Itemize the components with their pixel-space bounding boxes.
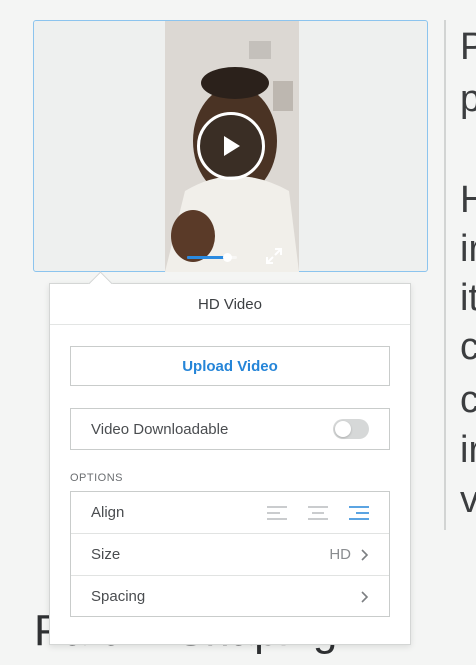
bg-letter: p	[460, 78, 476, 120]
size-label: Size	[91, 546, 121, 563]
bg-letter: ir	[460, 429, 476, 471]
bg-letter: v	[460, 479, 476, 521]
align-label: Align	[91, 504, 125, 521]
spacing-row[interactable]: Spacing	[71, 576, 389, 617]
progress-bar[interactable]	[187, 253, 237, 262]
fullscreen-icon[interactable]	[265, 247, 283, 265]
upload-video-button[interactable]: Upload Video	[70, 346, 390, 386]
video-downloadable-row: Video Downloadable	[70, 408, 390, 450]
toggle-knob	[335, 421, 351, 437]
align-left-icon[interactable]	[267, 505, 289, 520]
bg-letter: H	[460, 179, 476, 221]
options-heading: OPTIONS	[70, 472, 124, 484]
chevron-right-icon	[361, 548, 369, 561]
popover-title: HD Video	[50, 284, 410, 325]
bg-letter: c	[460, 326, 476, 368]
align-center-icon[interactable]	[307, 505, 329, 520]
video-thumbnail[interactable]	[165, 21, 299, 272]
align-controls	[267, 505, 369, 520]
progress-handle[interactable]	[223, 253, 232, 262]
align-row: Align	[71, 492, 389, 534]
spacing-label: Spacing	[91, 588, 146, 605]
bg-letter: it	[460, 277, 476, 319]
progress-fill	[187, 256, 227, 259]
page: P p H ir it c c ir v Part 1: Shaping	[0, 0, 476, 665]
align-right-icon[interactable]	[347, 505, 369, 520]
video-downloadable-label: Video Downloadable	[91, 420, 229, 438]
size-row[interactable]: Size HD	[71, 534, 389, 576]
video-downloadable-toggle[interactable]	[333, 419, 369, 439]
options-list: Align Size HD Spacing	[70, 491, 390, 617]
bg-letter: c	[460, 379, 476, 421]
play-button[interactable]	[197, 112, 265, 180]
bg-letter: ir	[460, 228, 476, 270]
chevron-right-icon	[361, 590, 369, 603]
size-value: HD	[329, 546, 351, 563]
size-value-group: HD	[329, 546, 369, 563]
bg-letter: P	[460, 26, 476, 68]
play-icon	[224, 136, 240, 156]
video-settings-popover: HD Video Upload Video Video Downloadable…	[49, 271, 411, 645]
video-block[interactable]	[33, 20, 428, 272]
column-divider	[444, 20, 446, 530]
